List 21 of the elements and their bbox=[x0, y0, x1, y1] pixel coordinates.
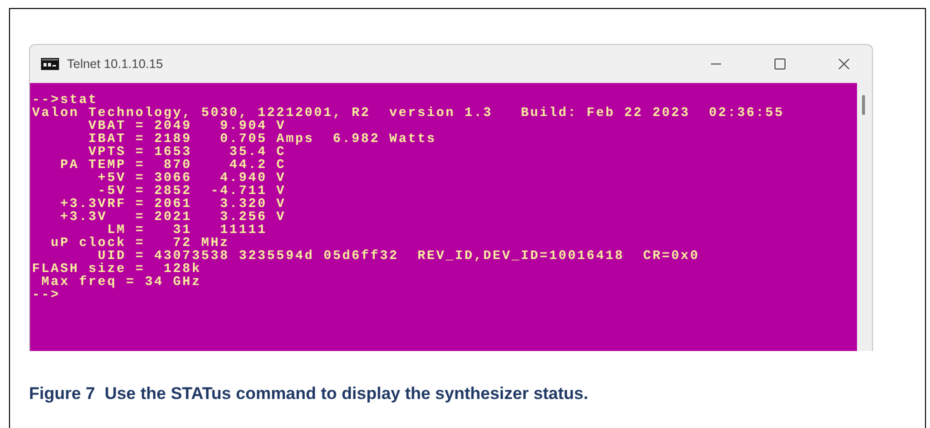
terminal-line: VBAT = 2049 9.904 V bbox=[87, 119, 286, 132]
terminal-line: --> bbox=[32, 288, 60, 301]
terminal-line: +3.3VRF = 2061 3.320 V bbox=[59, 197, 286, 210]
terminal-line: IBAT = 2189 0.705 Amps 6.982 Watts bbox=[87, 132, 436, 145]
terminal-line: uP clock = 72 MHz bbox=[50, 236, 230, 249]
terminal-line: -->stat bbox=[32, 93, 98, 106]
terminal-line: LM = 31 11111 bbox=[107, 223, 268, 236]
terminal-line: +3.3V = 2021 3.256 V bbox=[59, 210, 286, 223]
window-title: Telnet 10.1.10.15 bbox=[67, 57, 164, 71]
terminal-line: VPTS = 1653 35.4 C bbox=[87, 145, 286, 158]
terminal-line: FLASH size = 128k bbox=[32, 262, 202, 275]
terminal-line: PA TEMP = 870 44.2 C bbox=[59, 158, 286, 171]
maximize-icon bbox=[774, 58, 786, 70]
close-icon bbox=[838, 58, 850, 70]
figure-caption: Figure 7 Use the STATus command to display the synthesizer status. bbox=[29, 384, 588, 404]
console-icon bbox=[41, 58, 59, 70]
terminal-line: +5V = 3066 4.940 V bbox=[96, 171, 286, 184]
terminal-line: -5V = 2852 -4.711 V bbox=[96, 184, 286, 197]
terminal-line: UID = 43073538 3235594d 05d6ff32 REV_ID,DEV_ID=10016418 CR=0x0 bbox=[98, 249, 700, 262]
terminal-line: Valon Technology, 5030, 12212001, R2 version 1.3 Build: Feb 22 2023 02:36:55 bbox=[32, 106, 784, 119]
terminal-line: Max freq = 34 GHz bbox=[40, 275, 202, 288]
